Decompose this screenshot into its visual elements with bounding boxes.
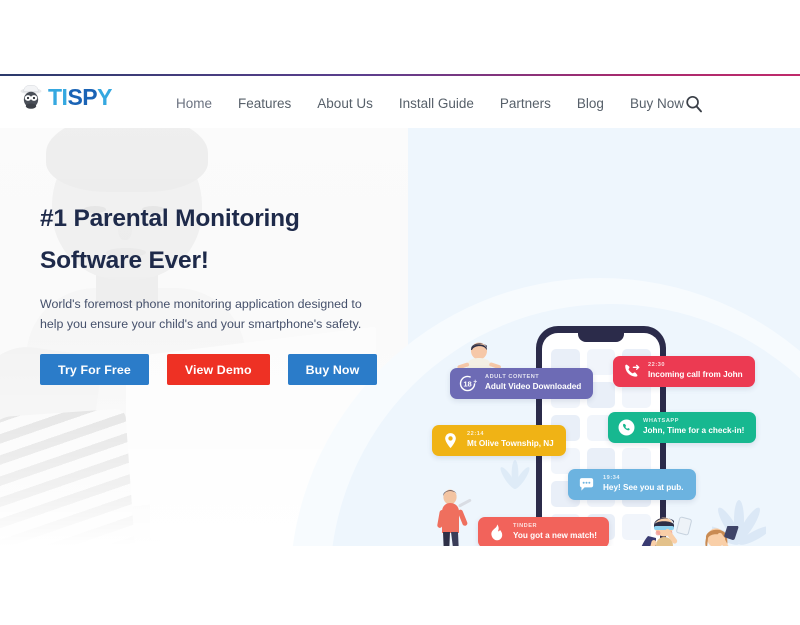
buy-now-button[interactable]: Buy Now [287,354,378,386]
hero-copy: #1 Parental Monitoring Software Ever! Wo… [40,198,400,386]
leaf-plant-decoration-small [500,460,530,489]
tinder-flame-icon [487,523,506,542]
notification-card-location[interactable]: 22:14 Mt Olive Township, NJ [432,425,566,456]
page-root: TISPY Home Features About Us Install Gui… [0,0,800,625]
notification-text: WHATSAPP John, Time for a check-in! [643,418,744,436]
hero-cta-row: Try For Free View Demo Buy Now [40,354,400,386]
headline-line-2: Software Ever! [40,247,209,275]
nav-item-home[interactable]: Home [176,95,225,113]
page-title: #1 Parental Monitoring Software Ever! [40,198,400,282]
superhero-kid-illustration [641,516,692,546]
notification-text: 22:30 Incoming call from John [648,362,743,380]
notification-card-sms[interactable]: 19:34 Hey! See you at pub. [568,469,696,500]
nav-item-features[interactable]: Features [225,95,304,113]
notification-label: WHATSAPP [643,418,679,425]
notification-text: TINDER You got a new match! [513,523,597,541]
nav-item-about-us[interactable]: About Us [304,95,386,113]
notification-text: 19:34 Hey! See you at pub. [603,475,684,493]
notification-label: ADULT CONTENT [485,374,540,381]
eighteen-plus-icon: 18 + [459,374,478,393]
map-pin-icon [441,431,460,450]
notification-card-adult-content[interactable]: 18 + ADULT CONTENT Adult Video Downloade… [450,368,594,399]
main-navigation: Home Features About Us Install Guide Par… [176,95,697,113]
notification-message: Incoming call from John [648,370,743,380]
headline-line-1: #1 Parental Monitoring [40,205,300,232]
girl-with-phone-illustration [705,526,739,546]
logo-part-3: Y [97,83,112,110]
notification-label: 22:30 [648,362,666,369]
top-gradient-rule [0,74,800,76]
site-logo[interactable]: TISPY [18,84,112,110]
notification-text: ADULT CONTENT Adult Video Downloaded [485,374,581,392]
spy-detective-face-icon [20,85,42,109]
notification-card-tinder[interactable]: TINDER You got a new match! [478,517,610,546]
logo-part-2: SP [67,83,98,110]
hero-section: #1 Parental Monitoring Software Ever! Wo… [0,128,800,546]
notification-text: 22:14 Mt Olive Township, NJ [467,431,554,449]
notification-message: John, Time for a check-in! [643,426,745,436]
notification-label: TINDER [513,523,538,530]
nav-item-partners[interactable]: Partners [487,95,564,113]
nav-item-blog[interactable]: Blog [564,95,617,113]
try-for-free-button[interactable]: Try For Free [40,354,149,386]
notification-label: 22:14 [467,431,485,438]
notification-message: Hey! See you at pub. [603,483,684,493]
view-demo-button[interactable]: View Demo [166,354,270,386]
notification-message: Adult Video Downloaded [485,382,582,392]
search-icon[interactable] [684,94,704,114]
svg-text:18: 18 [463,380,471,389]
phone-call-icon [622,362,641,381]
whatsapp-icon [617,418,636,437]
phone-notch [578,333,624,342]
notification-message: Mt Olive Township, NJ [467,439,554,449]
logo-part-1: TI [48,83,68,110]
sms-bubble-icon [577,475,596,494]
nav-item-install-guide[interactable]: Install Guide [386,95,487,113]
svg-text:+: + [473,379,477,386]
hero-subtitle: World's foremost phone monitoring applic… [40,297,362,332]
notification-card-incoming-call[interactable]: 22:30 Incoming call from John [613,356,755,387]
person-standing-illustration [437,489,472,546]
notification-label: 19:34 [603,475,621,482]
page-bottom-area [0,546,800,625]
notification-card-whatsapp[interactable]: WHATSAPP John, Time for a check-in! [608,412,757,443]
logo-wordmark: TISPY [48,83,112,110]
notification-message: You got a new match! [513,531,598,541]
